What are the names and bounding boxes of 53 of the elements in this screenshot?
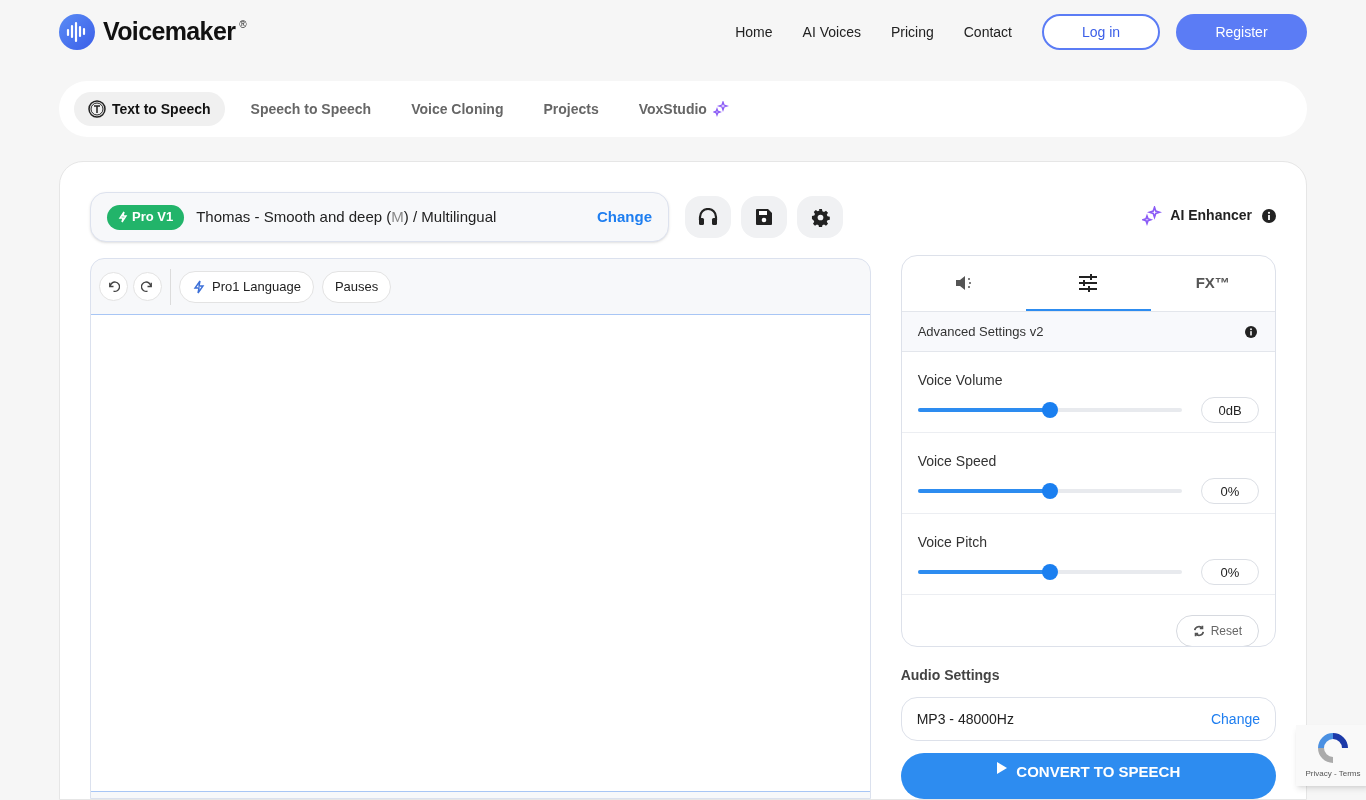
- save-button[interactable]: [741, 196, 787, 238]
- slider-label: Voice Pitch: [917, 533, 988, 553]
- floppy-icon: [755, 208, 773, 226]
- slider-thumb[interactable]: [1041, 402, 1058, 419]
- settings-icon: [810, 207, 830, 227]
- audio-settings-title: Audio Settings: [900, 666, 1001, 686]
- section-title: Advanced Settings v2: [917, 323, 1044, 342]
- speaker-icon: [953, 273, 974, 292]
- settings-button[interactable]: [797, 196, 843, 238]
- change-link[interactable]: Change: [1210, 708, 1260, 730]
- slider-label: Voice Volume: [917, 371, 1004, 391]
- slider-thumb[interactable]: [1041, 564, 1058, 581]
- nav-tab[interactable]: VoxStudio: [624, 92, 743, 126]
- toolbar-chip[interactable]: Pauses: [321, 270, 392, 303]
- slider-thumb[interactable]: [1041, 483, 1058, 500]
- headphones-icon: [698, 208, 718, 226]
- nav-tab[interactable]: Projects: [529, 92, 613, 126]
- logo-icon: [59, 14, 95, 50]
- info-icon: [1245, 325, 1257, 338]
- nav-link[interactable]: Pricing: [890, 21, 934, 43]
- slider-label: Voice Speed: [917, 452, 998, 472]
- undo-button[interactable]: [99, 272, 128, 301]
- login-button[interactable]: Log in: [1042, 14, 1160, 50]
- redo-button[interactable]: [133, 272, 162, 301]
- register-button[interactable]: Register: [1176, 14, 1307, 50]
- registered-mark: ®: [239, 18, 247, 33]
- headphones-button[interactable]: [685, 196, 731, 238]
- nav-link[interactable]: AI Voices: [802, 21, 861, 43]
- undo-icon: [107, 280, 120, 293]
- bolt-icon: [192, 279, 206, 294]
- info-icon: [1262, 208, 1276, 223]
- nav-link[interactable]: Home: [735, 21, 773, 43]
- play-icon: [996, 761, 1009, 775]
- voice-name: Thomas - Smooth and deep (M) / Multilingual: [196, 206, 497, 227]
- brand-name: Voicemaker: [103, 16, 236, 48]
- nav-tab[interactable]: Voice Cloning: [397, 92, 518, 126]
- refresh-icon: [1192, 625, 1205, 638]
- audio-format: MP3 - 48000Hz: [916, 709, 1014, 729]
- sparkle-icon: [712, 101, 729, 117]
- change-link[interactable]: Change: [597, 205, 652, 229]
- nav-tab[interactable]: Speech to Speech: [236, 92, 386, 126]
- ai-enhancer-label[interactable]: AI Enhancer: [1170, 205, 1252, 227]
- redo-icon: [141, 280, 154, 293]
- nav-tab[interactable]: Text to Speech: [74, 92, 225, 126]
- panel-tab[interactable]: FX™: [1150, 256, 1275, 312]
- toolbar-chip[interactable]: Pro1 Language: [179, 270, 314, 303]
- pro-badge: Pro V1: [107, 204, 185, 230]
- voice-selector[interactable]: Pro V1 Thomas - Smooth and deep (M) / Multilingual Change: [90, 192, 669, 242]
- t-circle-icon: [88, 100, 106, 118]
- recaptcha-links[interactable]: Privacy - Terms: [1305, 768, 1361, 780]
- sliders-icon: [1078, 273, 1099, 292]
- sparkle-icon: [1142, 205, 1163, 226]
- nav-link[interactable]: Contact: [963, 21, 1012, 43]
